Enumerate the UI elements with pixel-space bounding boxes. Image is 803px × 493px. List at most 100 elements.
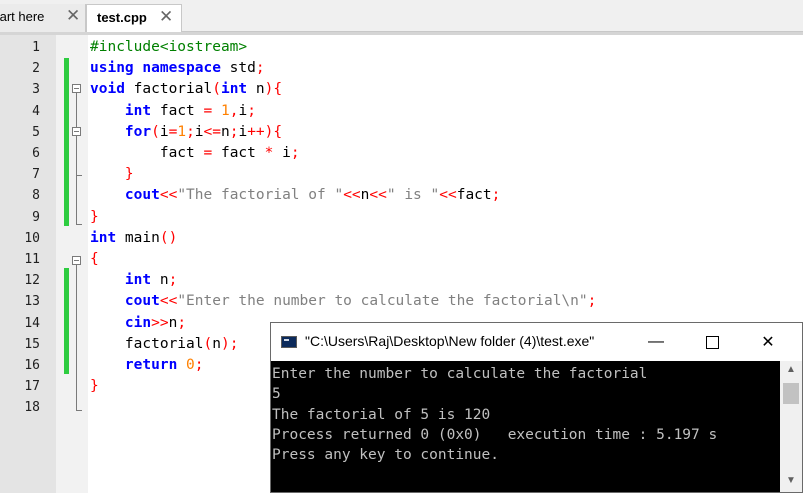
code-token: = [203, 145, 213, 161]
code-token: i [194, 123, 204, 140]
code-token: " is " [386, 187, 440, 204]
maximize-icon [705, 335, 719, 349]
code-token: { [90, 251, 99, 267]
scroll-up-icon[interactable]: ▲ [785, 364, 797, 378]
code-token: ; [194, 357, 204, 373]
code-line: int n; [90, 270, 177, 291]
tab-label: test.cpp [97, 10, 147, 25]
fold-toggle-icon[interactable] [72, 127, 81, 136]
tab-label: tart here [0, 9, 45, 24]
code-token: fact [90, 145, 204, 161]
console-line: Enter the number to calculate the factor… [272, 366, 648, 382]
line-number: 6 [32, 146, 40, 161]
code-token: int [90, 229, 117, 246]
console-line: Process returned 0 (0x0) execution time … [272, 426, 718, 443]
code-token: 1 [177, 123, 187, 140]
code-line: { [90, 249, 99, 270]
close-button[interactable]: ✕ [745, 325, 791, 359]
console-title: "C:\Users\Raj\Desktop\New folder (4)\tes… [305, 333, 595, 349]
fold-line [76, 265, 77, 410]
code-token: return [124, 357, 178, 373]
code-token: int [124, 272, 152, 289]
code-token: cin [124, 314, 152, 331]
code-line: cin>>n; [90, 313, 186, 334]
console-line: The factorial of 5 is 120 [272, 406, 491, 423]
code-line: } [90, 376, 99, 397]
close-icon[interactable]: ✕ [159, 7, 173, 27]
console-line: 5 [272, 386, 281, 403]
code-token: using namespace [90, 60, 221, 77]
code-token: i [238, 123, 248, 140]
code-line: } [90, 207, 99, 228]
close-icon[interactable]: ✕ [66, 6, 80, 26]
code-token: fact [151, 102, 204, 119]
tab-bar: tart here ✕ test.cpp ✕ [0, 0, 803, 33]
code-token: << [159, 293, 178, 310]
line-number: 7 [32, 167, 40, 183]
changed-lines-marker [64, 58, 69, 226]
code-token: << [159, 187, 178, 204]
code-token: ( [151, 123, 160, 140]
code-token: factorial [90, 335, 204, 352]
code-token: int [124, 102, 152, 119]
code-token: i [273, 145, 291, 161]
code-token: << [369, 187, 387, 204]
code-token: ( [212, 81, 221, 98]
code-line: cout<<"Enter the number to calculate the… [90, 291, 596, 312]
scroll-thumb[interactable] [783, 383, 799, 404]
console-window[interactable]: "C:\Users\Raj\Desktop\New folder (4)\tes… [270, 322, 803, 493]
console-line: Press any key to continue. [272, 447, 499, 464]
code-line: int fact = 1,i; [90, 101, 256, 122]
console-scrollbar[interactable]: ▲ ▼ [780, 361, 802, 492]
fold-toggle-icon[interactable] [72, 256, 81, 265]
tab-start-here[interactable]: tart here ✕ [0, 4, 86, 32]
code-token: #include<iostream> [90, 39, 248, 55]
scroll-down-icon[interactable]: ▼ [785, 475, 797, 489]
code-token: ; [186, 123, 195, 140]
code-token: n [151, 272, 169, 289]
line-number: 11 [24, 252, 40, 267]
line-number: 14 [24, 315, 40, 331]
code-token: } [124, 166, 134, 183]
code-line: cout<<"The factorial of "<<n<<" is "<<fa… [90, 185, 500, 206]
line-number: 13 [24, 294, 40, 310]
code-token: ); [220, 335, 239, 352]
code-token: cout [124, 187, 160, 204]
code-token: "The factorial of " [177, 187, 344, 204]
code-token: ; [587, 293, 597, 310]
code-token: fact [212, 145, 265, 161]
code-token: () [159, 229, 178, 246]
code-token: void [90, 81, 125, 98]
code-line: using namespace std; [90, 58, 265, 79]
code-token: >> [151, 314, 169, 331]
line-number: 10 [24, 230, 40, 246]
code-token: ){ [264, 81, 283, 98]
fold-toggle-icon[interactable] [72, 84, 81, 93]
code-token: <= [203, 123, 221, 140]
console-title-bar[interactable]: "C:\Users\Raj\Desktop\New folder (4)\tes… [271, 323, 802, 361]
code-token: ; [290, 145, 300, 161]
code-line: return 0; [90, 355, 204, 376]
line-number: 15 [24, 336, 40, 352]
code-token: ; [247, 102, 256, 119]
line-number: 8 [32, 188, 40, 204]
code-token: cout [124, 293, 160, 310]
tab-underline [0, 32, 803, 35]
line-number: 3 [32, 82, 40, 98]
maximize-button[interactable] [689, 325, 735, 359]
fold-line [76, 93, 77, 224]
minimize-button[interactable]: — [633, 325, 679, 359]
console-output[interactable]: Enter the number to calculate the factor… [271, 361, 780, 492]
code-token: main [116, 229, 160, 246]
code-token: for [124, 123, 152, 140]
code-token: n [247, 81, 265, 98]
tab-test-cpp[interactable]: test.cpp ✕ [86, 4, 182, 33]
code-line: void factorial(int n){ [90, 79, 282, 100]
code-token: 0 [186, 357, 195, 373]
